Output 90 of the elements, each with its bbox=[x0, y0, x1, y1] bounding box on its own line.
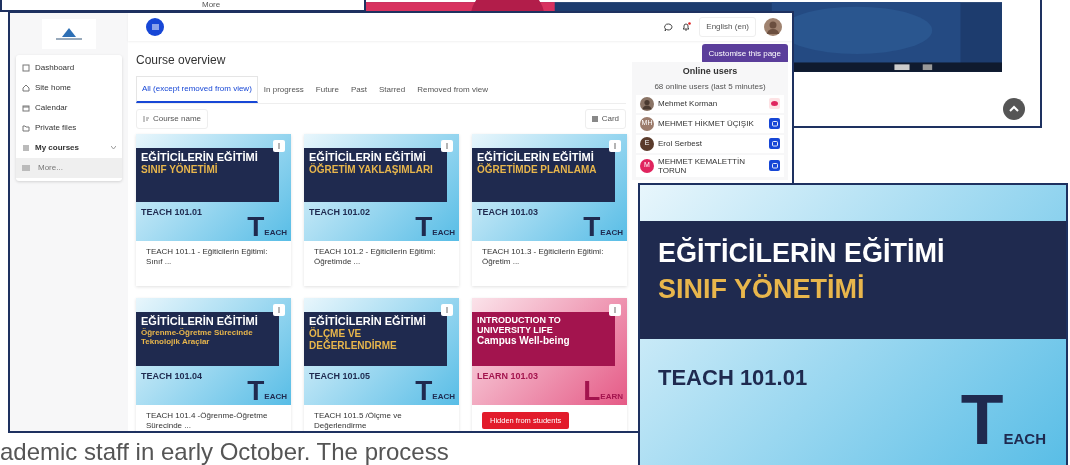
tab[interactable]: Removed from view bbox=[411, 76, 494, 103]
user-name[interactable]: Erol Serbest bbox=[658, 139, 765, 148]
logo-letter: T bbox=[415, 215, 433, 239]
banner-title: EĞİTİCİLERİN EĞİTİMİ bbox=[477, 151, 595, 163]
body-text: ademic staff in early October. The process bbox=[0, 438, 449, 465]
tab[interactable]: Future bbox=[309, 76, 345, 103]
user-name[interactable]: MEHMET KEMALETTİN TORUN bbox=[658, 156, 765, 175]
page-heading: Course overview bbox=[136, 52, 227, 69]
chat-icon bbox=[771, 140, 778, 147]
logo-text: EACH bbox=[264, 228, 287, 239]
online-count: 68 online users (last 5 minutes) bbox=[654, 80, 766, 93]
logo-letter: T bbox=[583, 215, 601, 239]
sidebar-item[interactable]: My courses bbox=[16, 138, 122, 158]
logo-text: EACH bbox=[264, 392, 287, 403]
tab[interactable]: All (except removed from view) bbox=[136, 76, 258, 103]
logo-text: EACH bbox=[600, 228, 623, 239]
banner-subtitle: Campus Well-being bbox=[477, 335, 571, 347]
course-code: TEACH 101.01 bbox=[658, 364, 808, 392]
scroll-up-button[interactable] bbox=[1003, 98, 1025, 120]
avatar-icon[interactable] bbox=[764, 18, 782, 36]
course-code: TEACH 101.03 bbox=[477, 206, 539, 219]
sidebar-item[interactable]: Dashboard bbox=[16, 58, 122, 78]
banner-subtitle: Öğrenme-Öğretme Sürecinde Teknolojik Araçlar bbox=[141, 328, 254, 346]
calendar-icon bbox=[22, 64, 30, 72]
block-title: Online users bbox=[682, 65, 738, 78]
calendar-icon bbox=[22, 104, 30, 112]
logo-text: EACH bbox=[432, 392, 455, 403]
logo-letter: T bbox=[247, 379, 265, 403]
chevron-icon bbox=[111, 146, 116, 150]
banner-title: EĞİTİCİLERİN EĞİTİMİ bbox=[141, 315, 259, 328]
logo-text: EACH bbox=[1003, 428, 1046, 449]
banner-title: EĞİTİCİLERİN EĞİTİMİ bbox=[309, 151, 427, 163]
sidebar-item[interactable]: Calendar bbox=[16, 98, 122, 118]
home-icon bbox=[22, 84, 30, 92]
language-menu[interactable]: English (en) bbox=[699, 17, 756, 37]
menu-button[interactable] bbox=[146, 18, 164, 36]
banner-title: EĞİTİCİLERİN EĞİTİMİ bbox=[658, 236, 946, 270]
banner-subtitle: SINIF YÖNETİMİ bbox=[658, 273, 866, 306]
view-dropdown[interactable]: Card bbox=[584, 109, 626, 129]
course-code: LEARN 101.03 bbox=[477, 370, 539, 383]
logo-letter: T bbox=[960, 390, 1004, 450]
course-name[interactable]: TEACH 101.5 /Ölçme ve Değerlendirme bbox=[304, 405, 459, 431]
course-card[interactable]: EĞİTİCİLERİN EĞİTİMİ SINIF YÖNETİMİ TEACH 101.01 TEACH TEACH 101.1 - Eğiticilerin Eğitimi: Sınıf ... bbox=[136, 134, 291, 286]
course-name[interactable]: TEACH 101.3 - Eğiticilerin Eğitimi: Öğretim ... bbox=[472, 241, 627, 273]
banner-title: INTRODUCTION TO UNIVERSITY LIFE bbox=[477, 315, 562, 335]
message-button[interactable] bbox=[769, 118, 780, 129]
logo-text: EARN bbox=[600, 392, 623, 403]
chat-icon bbox=[771, 162, 778, 169]
sort-dropdown[interactable]: Course name bbox=[136, 109, 209, 129]
course-card[interactable]: EĞİTİCİLERİN EĞİTİMİ ÖĞRETİM YAKLAŞIMLARI TEACH 101.02 TEACH TEACH 101.2 - Eğiticilerin Eğitimi: Öğretimde ... bbox=[304, 134, 459, 286]
course-code: TEACH 101.04 bbox=[141, 370, 203, 383]
banner-subtitle: ÖLÇME VE DEĞERLENDİRME bbox=[309, 328, 398, 352]
bell-icon[interactable] bbox=[681, 22, 692, 32]
user-name[interactable]: MEHMET HİKMET ÜÇIŞIK bbox=[658, 119, 765, 128]
tab[interactable]: Starred bbox=[373, 76, 412, 103]
banner-title: EĞİTİCİLERİN EĞİTİMİ bbox=[141, 151, 259, 163]
logo-text: EACH bbox=[432, 228, 455, 239]
course-card[interactable]: EĞİTİCİLERİN EĞİTİMİ ÖĞRETİMDE PLANLAMA TEACH 101.03 TEACH TEACH 101.3 - Eğiticilerin Eğitimi: Öğretim ... bbox=[472, 134, 627, 286]
course-card[interactable]: EĞİTİCİLERİN EĞİTİMİ Öğrenme-Öğretme Sürecinde Teknolojik Araçlar TEACH 101.04 TEACH TEACH 101.4 -Öğrenme-Öğretme Sürecinde ... bbox=[136, 298, 291, 431]
sidebar-item[interactable]: Private files bbox=[16, 118, 122, 138]
hide-button[interactable] bbox=[769, 98, 780, 109]
message-button[interactable] bbox=[769, 138, 780, 149]
menu-item[interactable]: More bbox=[202, 0, 221, 10]
course-name[interactable]: TEACH 101.2 - Eğiticilerin Eğitimi: Öğretimde ... bbox=[304, 241, 459, 273]
chat-icon bbox=[771, 120, 778, 127]
course-code: TEACH 101.05 bbox=[309, 370, 371, 383]
course-name[interactable]: TEACH 101.1 - Eğiticilerin Eğitimi: Sınıf ... bbox=[136, 241, 291, 273]
logo-letter: T bbox=[415, 379, 433, 403]
course-code: TEACH 101.01 bbox=[141, 206, 203, 219]
course-name[interactable]: TEACH 101.4 -Öğrenme-Öğretme Sürecinde ... bbox=[136, 405, 291, 431]
banner-subtitle: ÖĞRETİM YAKLAŞIMLARI bbox=[309, 164, 434, 176]
customise-button[interactable]: Customise this page bbox=[701, 44, 788, 64]
tab[interactable]: In progress bbox=[257, 76, 310, 103]
grid-icon bbox=[591, 116, 598, 122]
logo-letter: L bbox=[583, 379, 601, 403]
banner-subtitle: ÖĞRETİMDE PLANLAMA bbox=[477, 164, 598, 176]
course-code: TEACH 101.02 bbox=[309, 206, 371, 219]
banner-subtitle: SINIF YÖNETİMİ bbox=[141, 164, 219, 176]
sidebar-item[interactable]: Site home bbox=[16, 78, 122, 98]
logo-letter: T bbox=[247, 215, 265, 239]
course-card[interactable]: EĞİTİCİLERİN EĞİTİMİ ÖLÇME VE DEĞERLENDİRME TEACH 101.05 TEACH TEACH 101.5 /Ölçme ve Değerlendirme bbox=[304, 298, 459, 431]
more-link[interactable]: More... bbox=[16, 158, 122, 178]
message-button[interactable] bbox=[769, 160, 780, 171]
chat-icon[interactable] bbox=[664, 22, 674, 32]
tab[interactable]: Past bbox=[344, 76, 373, 103]
sort-icon bbox=[143, 116, 149, 122]
logo-icon bbox=[54, 27, 84, 41]
banner-title: EĞİTİCİLERİN EĞİTİMİ bbox=[309, 315, 427, 327]
menu-icon bbox=[151, 24, 159, 30]
eye-icon bbox=[771, 101, 778, 106]
